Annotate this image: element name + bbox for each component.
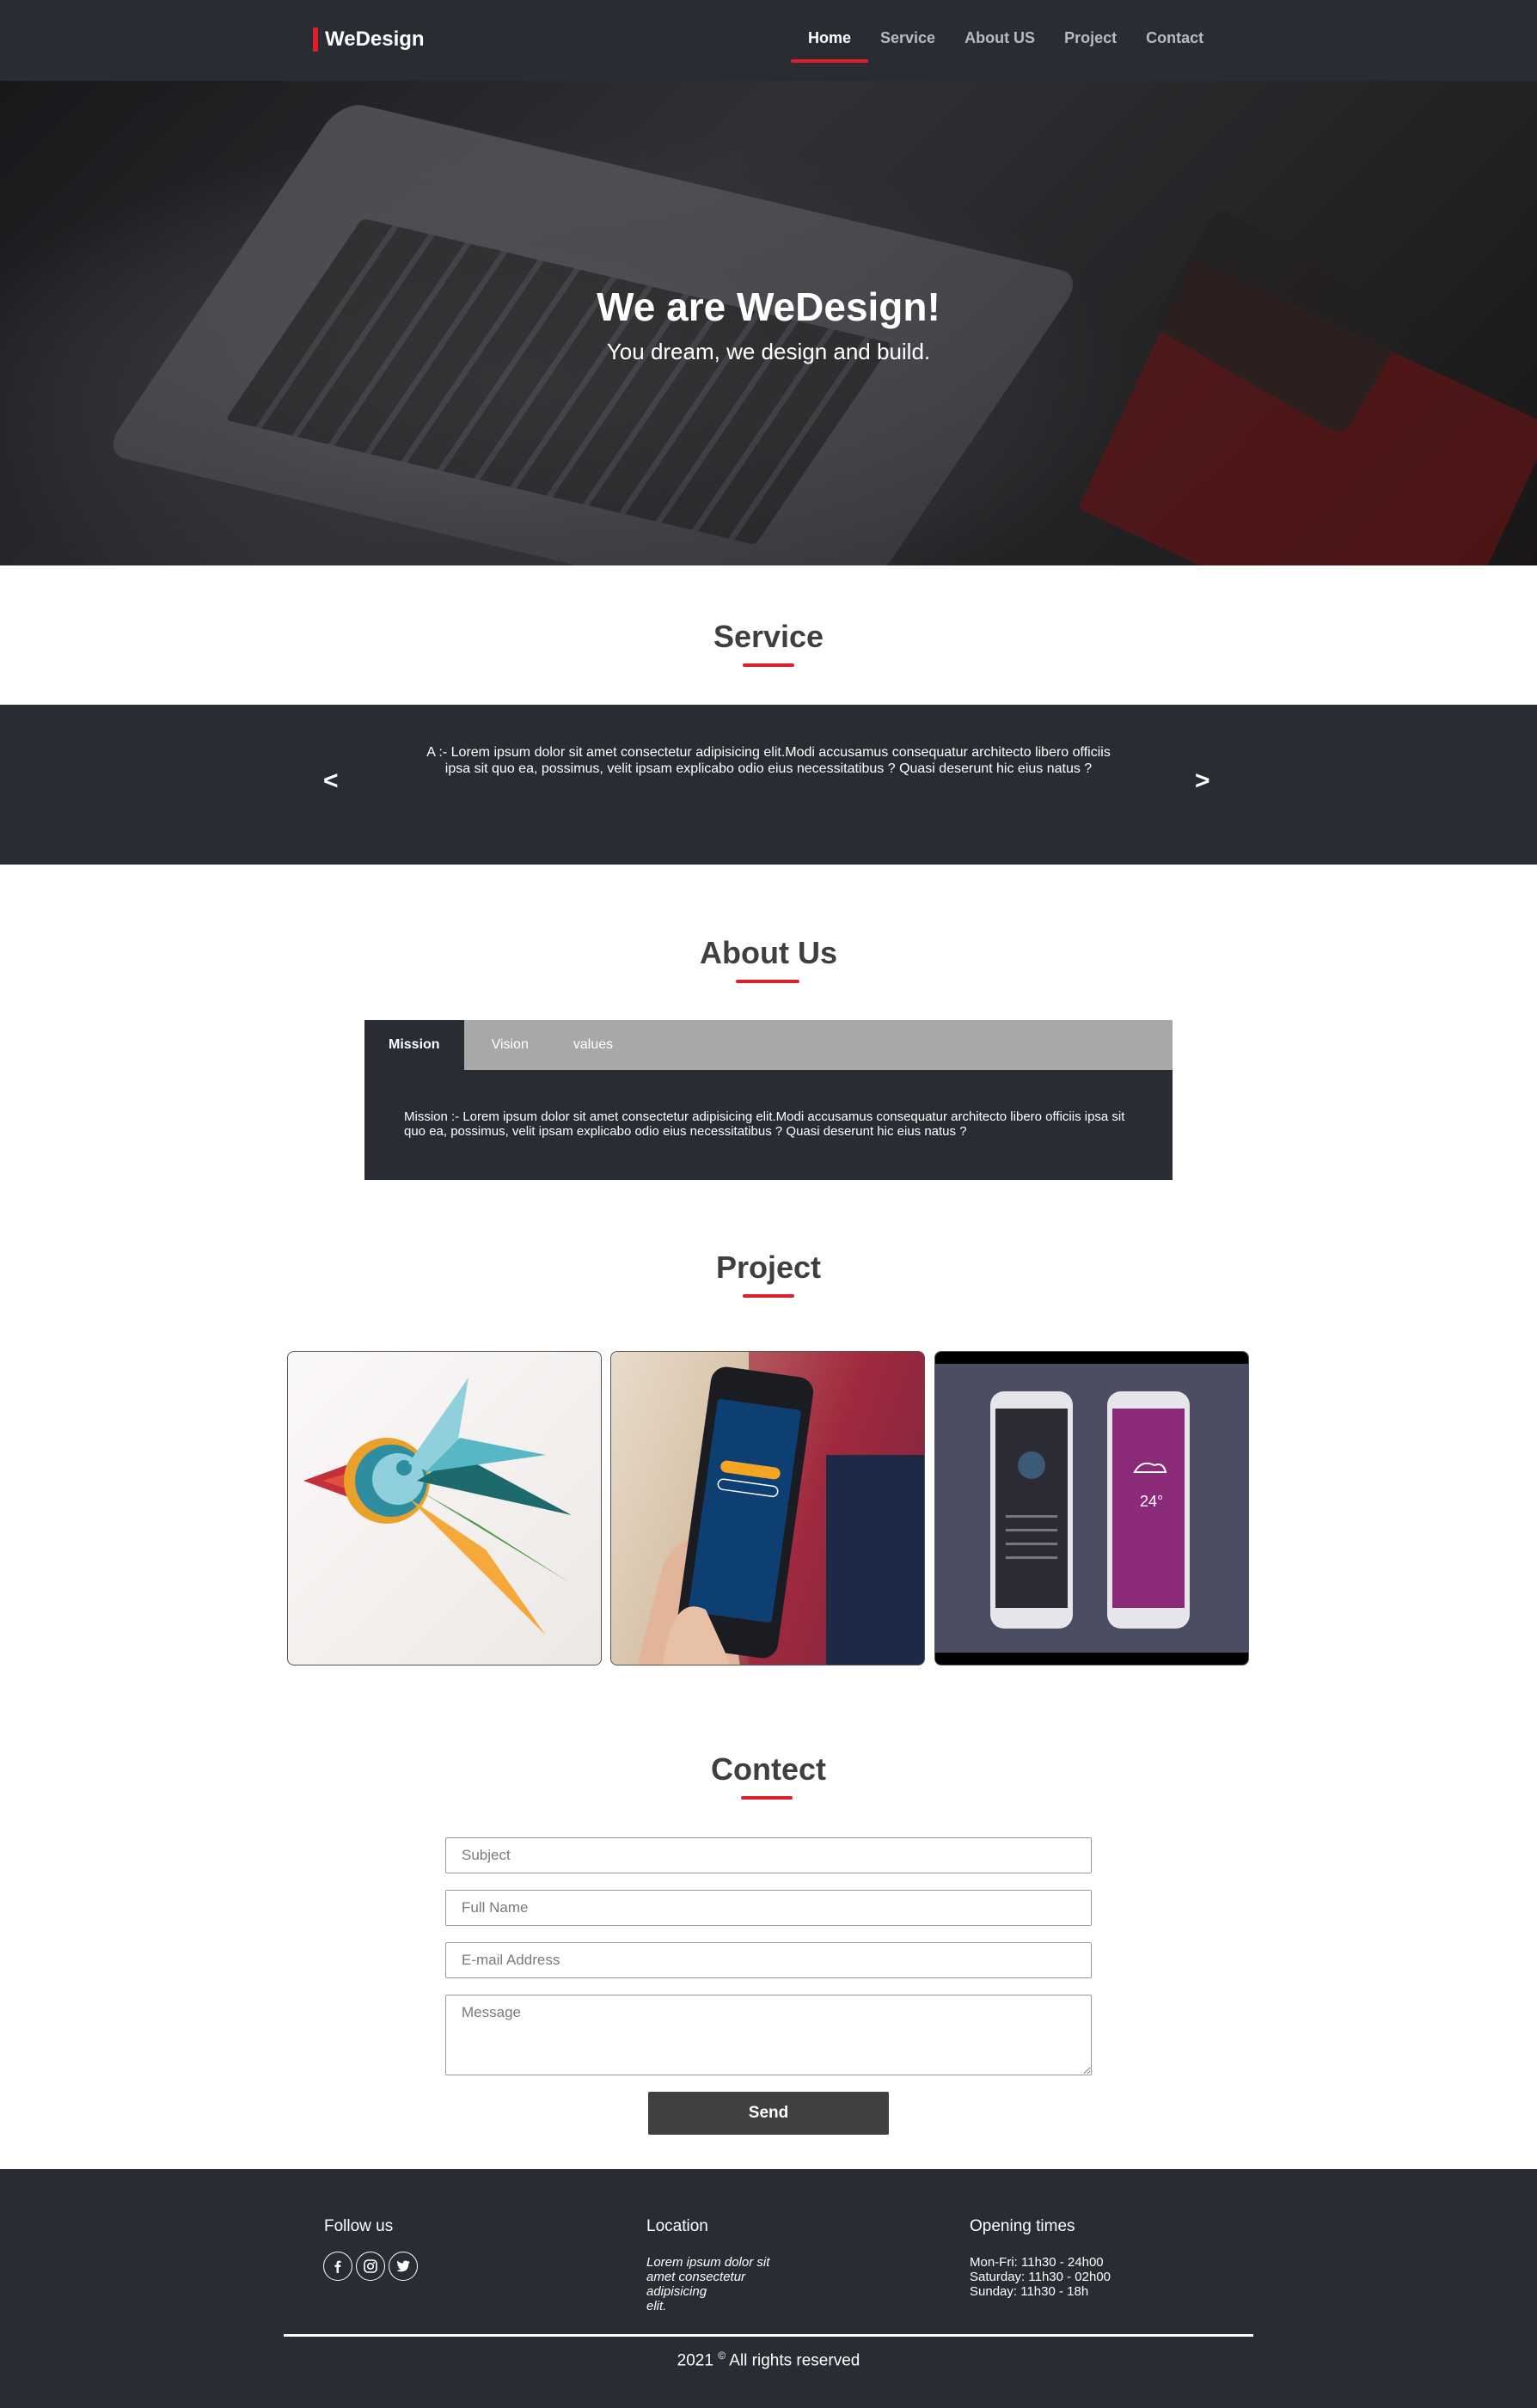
- project-title-underline: [743, 1294, 794, 1298]
- about-title-underline: [736, 980, 799, 983]
- top-navbar: WeDesign Home Service About US Project C…: [0, 0, 1537, 81]
- location-line: adipisicing: [646, 2284, 707, 2299]
- project-card-phone-app[interactable]: [610, 1351, 925, 1665]
- send-button[interactable]: Send: [648, 2092, 889, 2135]
- service-title: Service: [713, 619, 824, 654]
- copyright: 2021 © All rights reserved: [0, 2350, 1537, 2370]
- copyright-year: 2021: [677, 2351, 713, 2370]
- project-card-mobile-ui[interactable]: 24°: [934, 1351, 1249, 1665]
- logo[interactable]: WeDesign: [313, 28, 425, 52]
- full-name-input[interactable]: [445, 1890, 1092, 1926]
- phone-in-hand-image: [637, 1352, 924, 1665]
- carousel-prev-button[interactable]: <: [323, 767, 339, 796]
- copyright-text: All rights reserved: [729, 2351, 860, 2370]
- tab-mission[interactable]: Mission: [364, 1020, 464, 1070]
- hero-subtitle: You dream, we design and build.: [606, 339, 931, 364]
- opening-times-line: Saturday: 11h30 - 02h00: [970, 2270, 1111, 2284]
- service-carousel: < A :- Lorem ipsum dolor sit amet consec…: [0, 705, 1537, 865]
- about-tabs-panel: Mission Vision values Mission :- Lorem i…: [364, 1020, 1173, 1180]
- copyright-symbol: ©: [718, 2350, 726, 2362]
- two-phones-app-image: 24°: [935, 1352, 1248, 1665]
- location-text: Lorem ipsum dolor sit amet consectetur a…: [646, 2255, 801, 2313]
- opening-times-line: Sunday: 11h30 - 18h: [970, 2284, 1089, 2299]
- tab-vision[interactable]: Vision: [464, 1020, 556, 1070]
- subject-input[interactable]: [445, 1837, 1092, 1873]
- footer: Follow us Location Lorem ipsum dolor sit…: [0, 2169, 1537, 2408]
- opening-times-line: Mon-Fri: 11h30 - 24h00: [970, 2255, 1104, 2270]
- opening-times-list: Mon-Fri: 11h30 - 24h00 Saturday: 11h30 -…: [970, 2255, 1111, 2299]
- instagram-icon[interactable]: [356, 2252, 385, 2281]
- tab-values[interactable]: values: [556, 1020, 640, 1070]
- footer-divider: [284, 2334, 1253, 2337]
- service-title-underline: [743, 663, 794, 667]
- carousel-next-button[interactable]: >: [1195, 767, 1210, 796]
- about-tab-content: Mission :- Lorem ipsum dolor sit amet co…: [404, 1109, 1125, 1139]
- location-line: amet consectetur: [646, 2270, 746, 2284]
- project-title: Project: [715, 1250, 822, 1285]
- project-card-bird-logo[interactable]: [287, 1351, 602, 1665]
- contact-title-underline: [741, 1796, 793, 1800]
- opening-times-title: Opening times: [970, 2217, 1075, 2235]
- contact-title: Contect: [711, 1751, 826, 1787]
- twitter-icon[interactable]: [389, 2252, 418, 2281]
- service-text: A :- Lorem ipsum dolor sit amet consecte…: [426, 745, 1111, 776]
- bird-logo-image: [303, 1378, 572, 1635]
- nav-link-service[interactable]: Service: [880, 26, 935, 51]
- nav-links: Home Service About US Project Contact: [791, 26, 1233, 63]
- about-tab-bar: Mission Vision values: [364, 1020, 1173, 1070]
- message-textarea[interactable]: [445, 1995, 1092, 2075]
- facebook-icon[interactable]: [323, 2252, 352, 2281]
- logo-accent-bar: [313, 28, 318, 52]
- logo-text: WeDesign: [325, 28, 425, 51]
- nav-link-about[interactable]: About US: [964, 26, 1035, 51]
- email-input[interactable]: [445, 1942, 1092, 1978]
- svg-text:24°: 24°: [1140, 1493, 1163, 1510]
- about-title: About Us: [700, 935, 837, 970]
- nav-link-project[interactable]: Project: [1064, 26, 1117, 51]
- hero-banner: We are WeDesign! You dream, we design an…: [0, 81, 1537, 565]
- nav-link-home[interactable]: Home: [791, 26, 869, 63]
- nav-link-contact[interactable]: Contact: [1146, 26, 1203, 51]
- location-line: Lorem ipsum dolor sit: [646, 2255, 770, 2270]
- follow-us-title: Follow us: [324, 2217, 394, 2235]
- hero-title: We are WeDesign!: [597, 284, 940, 329]
- location-title: Location: [646, 2217, 708, 2235]
- social-icons: [323, 2252, 418, 2281]
- location-line: elit.: [646, 2299, 667, 2313]
